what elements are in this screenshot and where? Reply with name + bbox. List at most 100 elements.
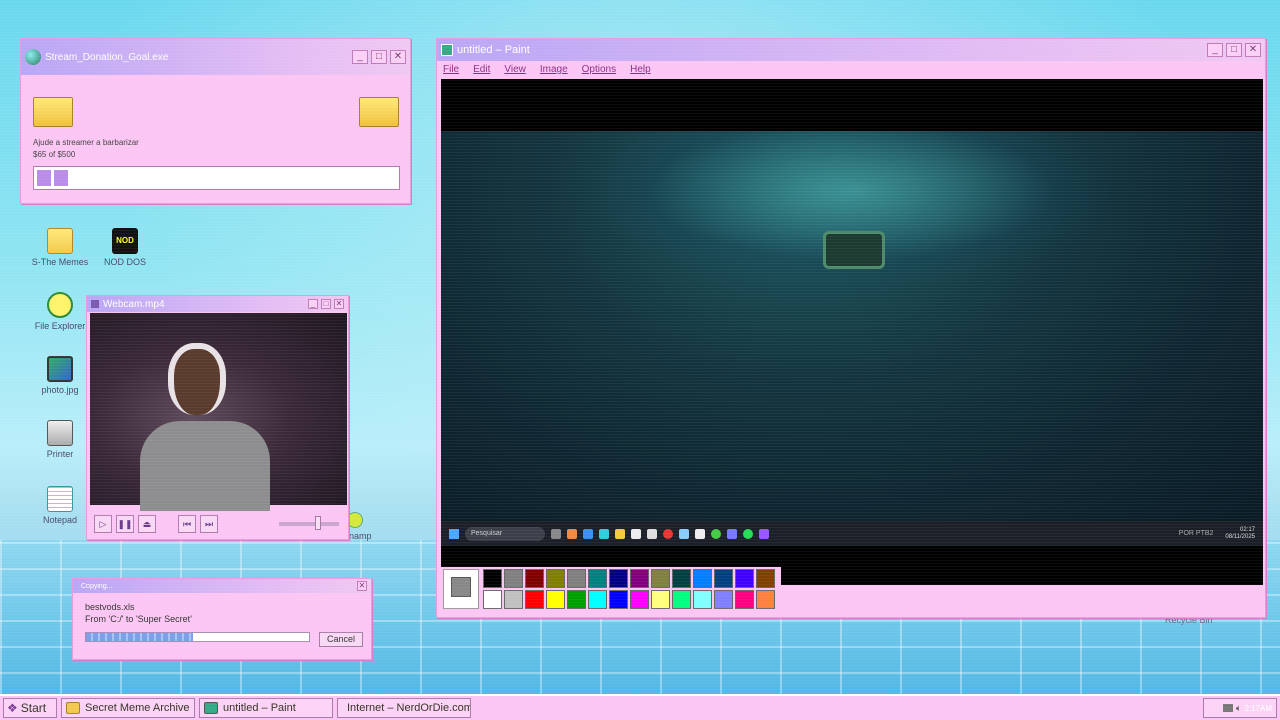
eject-button[interactable]: ⏏ <box>138 515 156 533</box>
chrome-icon <box>663 528 673 539</box>
folder-icon <box>66 702 80 714</box>
color-swatch[interactable] <box>651 569 670 588</box>
open-folder-icon <box>359 97 399 127</box>
color-swatch[interactable] <box>714 590 733 609</box>
taskbar-item-internet[interactable]: Internet – NerdOrDie.com <box>337 698 471 718</box>
close-button[interactable]: ✕ <box>1245 43 1261 57</box>
webcam-video[interactable] <box>90 313 347 511</box>
color-swatch[interactable] <box>525 569 544 588</box>
captured-windows-taskbar: Pesquisar POR PTB2 02:17 08/11/2025 <box>441 521 1263 546</box>
menu-edit[interactable]: Edit <box>473 64 490 75</box>
nod-dos-icon: NOD <box>112 228 138 254</box>
desktop-icon-memes[interactable]: S-The Memes <box>25 228 95 267</box>
taskbar-item-meme-archive[interactable]: Secret Meme Archive <box>61 698 195 718</box>
printer-icon <box>47 420 73 446</box>
volume-icon[interactable]: 🔈︎ <box>1236 703 1241 714</box>
desktop-icon-file-explorer[interactable]: File Explorer <box>25 292 95 331</box>
maximize-button[interactable]: □ <box>321 299 331 309</box>
copy-progress-fill <box>86 633 194 641</box>
donation-titlebar[interactable]: Stream_Donation_Goal.exe _ □ ✕ <box>21 39 410 75</box>
color-swatch[interactable] <box>735 590 754 609</box>
color-swatch[interactable] <box>609 569 628 588</box>
close-button[interactable]: ✕ <box>357 581 367 591</box>
color-swatch[interactable] <box>693 569 712 588</box>
paint-icon <box>441 44 453 56</box>
taskbar-item-paint[interactable]: untitled – Paint <box>199 698 333 718</box>
close-button[interactable]: ✕ <box>334 299 344 309</box>
close-button[interactable]: ✕ <box>390 50 406 64</box>
color-swatch[interactable] <box>630 569 649 588</box>
volume-slider[interactable] <box>279 516 339 530</box>
color-swatch[interactable] <box>651 590 670 609</box>
taskbar-item-label: Secret Meme Archive <box>85 702 190 714</box>
color-swatch[interactable] <box>756 590 775 609</box>
desktop-icon-label: NOD DOS <box>103 257 146 267</box>
color-swatch[interactable] <box>609 590 628 609</box>
previous-button[interactable]: ⏮ <box>178 515 196 533</box>
menu-file[interactable]: File <box>443 64 459 75</box>
minimize-button[interactable]: _ <box>352 50 368 64</box>
minimize-button[interactable]: _ <box>1207 43 1223 57</box>
color-swatch[interactable] <box>672 569 691 588</box>
desktop-icon-nod-dos[interactable]: NOD NOD DOS <box>90 228 160 267</box>
cancel-button[interactable]: Cancel <box>319 632 363 647</box>
volume-knob[interactable] <box>315 516 321 530</box>
color-swatch[interactable] <box>756 569 775 588</box>
file-icon <box>647 528 657 539</box>
color-swatch[interactable] <box>693 590 712 609</box>
desktop-icon-photo[interactable]: photo.jpg <box>25 356 95 395</box>
paint-icon <box>204 702 218 714</box>
head <box>168 343 226 415</box>
start-label: Start <box>20 701 47 715</box>
desktop-icon-printer[interactable]: Printer <box>25 420 95 459</box>
color-swatch[interactable] <box>588 590 607 609</box>
swatch-grid <box>483 569 796 609</box>
copy-info: bestvods.xls From 'C:/' to 'Super Secret… <box>85 601 192 625</box>
color-swatch[interactable] <box>630 590 649 609</box>
folder-icon <box>615 528 625 539</box>
color-swatch[interactable] <box>567 590 586 609</box>
menu-help[interactable]: Help <box>630 64 651 75</box>
maximize-button[interactable]: □ <box>1226 43 1242 57</box>
color-swatch[interactable] <box>672 590 691 609</box>
dialog-title: Copying... <box>81 582 113 590</box>
app-icon <box>583 528 593 539</box>
spotify-icon <box>743 528 753 539</box>
color-swatch[interactable] <box>525 590 544 609</box>
color-palette <box>441 567 781 611</box>
color-swatch[interactable] <box>546 569 565 588</box>
menu-view[interactable]: View <box>504 64 526 75</box>
current-color <box>443 569 479 609</box>
webcam-titlebar[interactable]: Webcam.mp4 _ □ ✕ <box>87 296 348 312</box>
color-swatch[interactable] <box>735 569 754 588</box>
desktop-icon-notepad[interactable]: Notepad <box>25 486 95 525</box>
desktop-icon-label: File Explorer <box>34 321 86 331</box>
windows-clock: 02:17 08/11/2025 <box>1225 527 1255 541</box>
paint-titlebar[interactable]: untitled – Paint _ □ ✕ <box>437 39 1265 61</box>
color-swatch[interactable] <box>546 590 565 609</box>
color-swatch[interactable] <box>714 569 733 588</box>
donation-info: Ajude a streamer a barbarizar $65 of $50… <box>33 137 139 161</box>
color-swatch[interactable] <box>588 569 607 588</box>
minimize-button[interactable]: _ <box>308 299 318 309</box>
folder-icon <box>33 97 73 127</box>
menu-image[interactable]: Image <box>540 64 568 75</box>
copy-titlebar[interactable]: Copying... ✕ <box>73 579 371 593</box>
play-button[interactable]: ▷ <box>94 515 112 533</box>
paint-canvas[interactable]: Pesquisar POR PTB2 02:17 08/11/2025 <box>441 79 1263 585</box>
color-swatch[interactable] <box>567 569 586 588</box>
app-icon <box>567 528 577 539</box>
winamp-icon <box>347 512 363 528</box>
color-swatch[interactable] <box>483 590 502 609</box>
network-icon[interactable] <box>1223 704 1234 712</box>
pause-button[interactable]: ❚❚ <box>116 515 134 533</box>
taskbar-item-label: Internet – NerdOrDie.com <box>347 702 471 714</box>
color-swatch[interactable] <box>504 569 523 588</box>
menu-options[interactable]: Options <box>582 64 616 75</box>
color-swatch[interactable] <box>504 590 523 609</box>
windows-date: 08/11/2025 <box>1225 533 1255 540</box>
next-button[interactable]: ⏭ <box>200 515 218 533</box>
color-swatch[interactable] <box>483 569 502 588</box>
start-button[interactable]: ❖ Start <box>3 698 57 718</box>
maximize-button[interactable]: □ <box>371 50 387 64</box>
